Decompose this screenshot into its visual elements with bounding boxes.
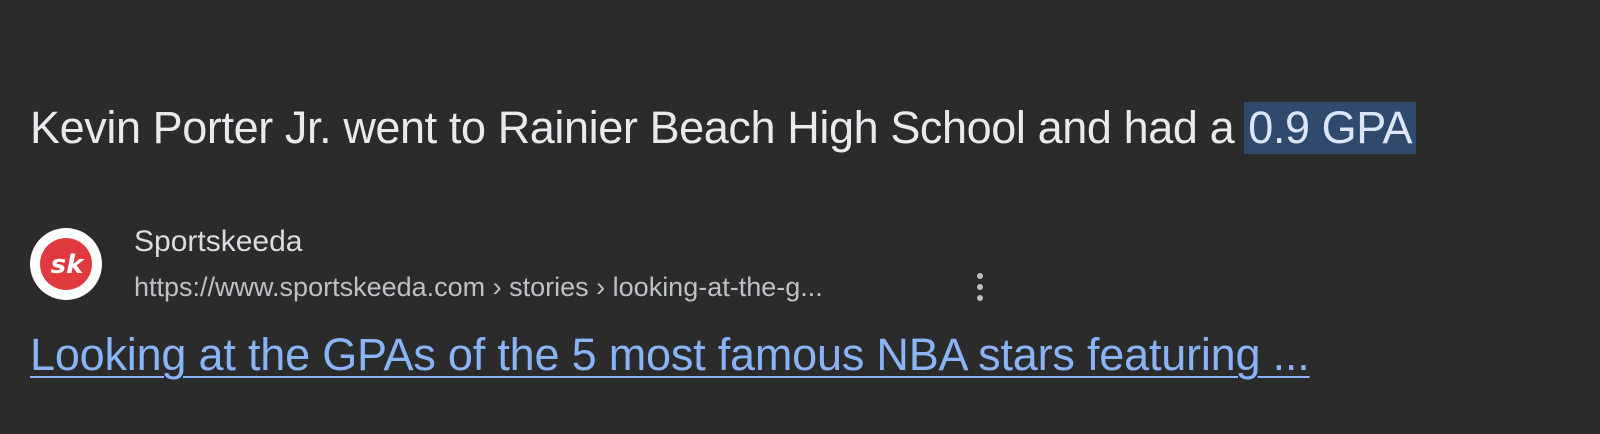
snippet-text: Kevin Porter Jr. went to Rainier Beach H… [30,102,1235,153]
more-vert-icon[interactable] [965,266,995,308]
featured-snippet-text: Kevin Porter Jr. went to Rainier Beach H… [30,97,1590,159]
sportskeeda-logo-icon[interactable]: sk [30,228,102,300]
site-name[interactable]: Sportskeeda [134,224,302,260]
more-dot [977,284,983,290]
site-url-breadcrumb[interactable]: https://www.sportskeeda.com › stories › … [134,270,823,304]
snippet-highlight: 0.9 GPA [1244,102,1417,154]
sportskeeda-logo-svg: sk [40,238,92,290]
more-dot [977,295,983,301]
more-dot [977,273,983,279]
favicon-letters: sk [51,250,85,280]
result-source[interactable]: sk Sportskeeda https://www.sportskeeda.c… [30,224,1130,308]
result-title-link[interactable]: Looking at the GPAs of the 5 most famous… [30,324,1310,386]
